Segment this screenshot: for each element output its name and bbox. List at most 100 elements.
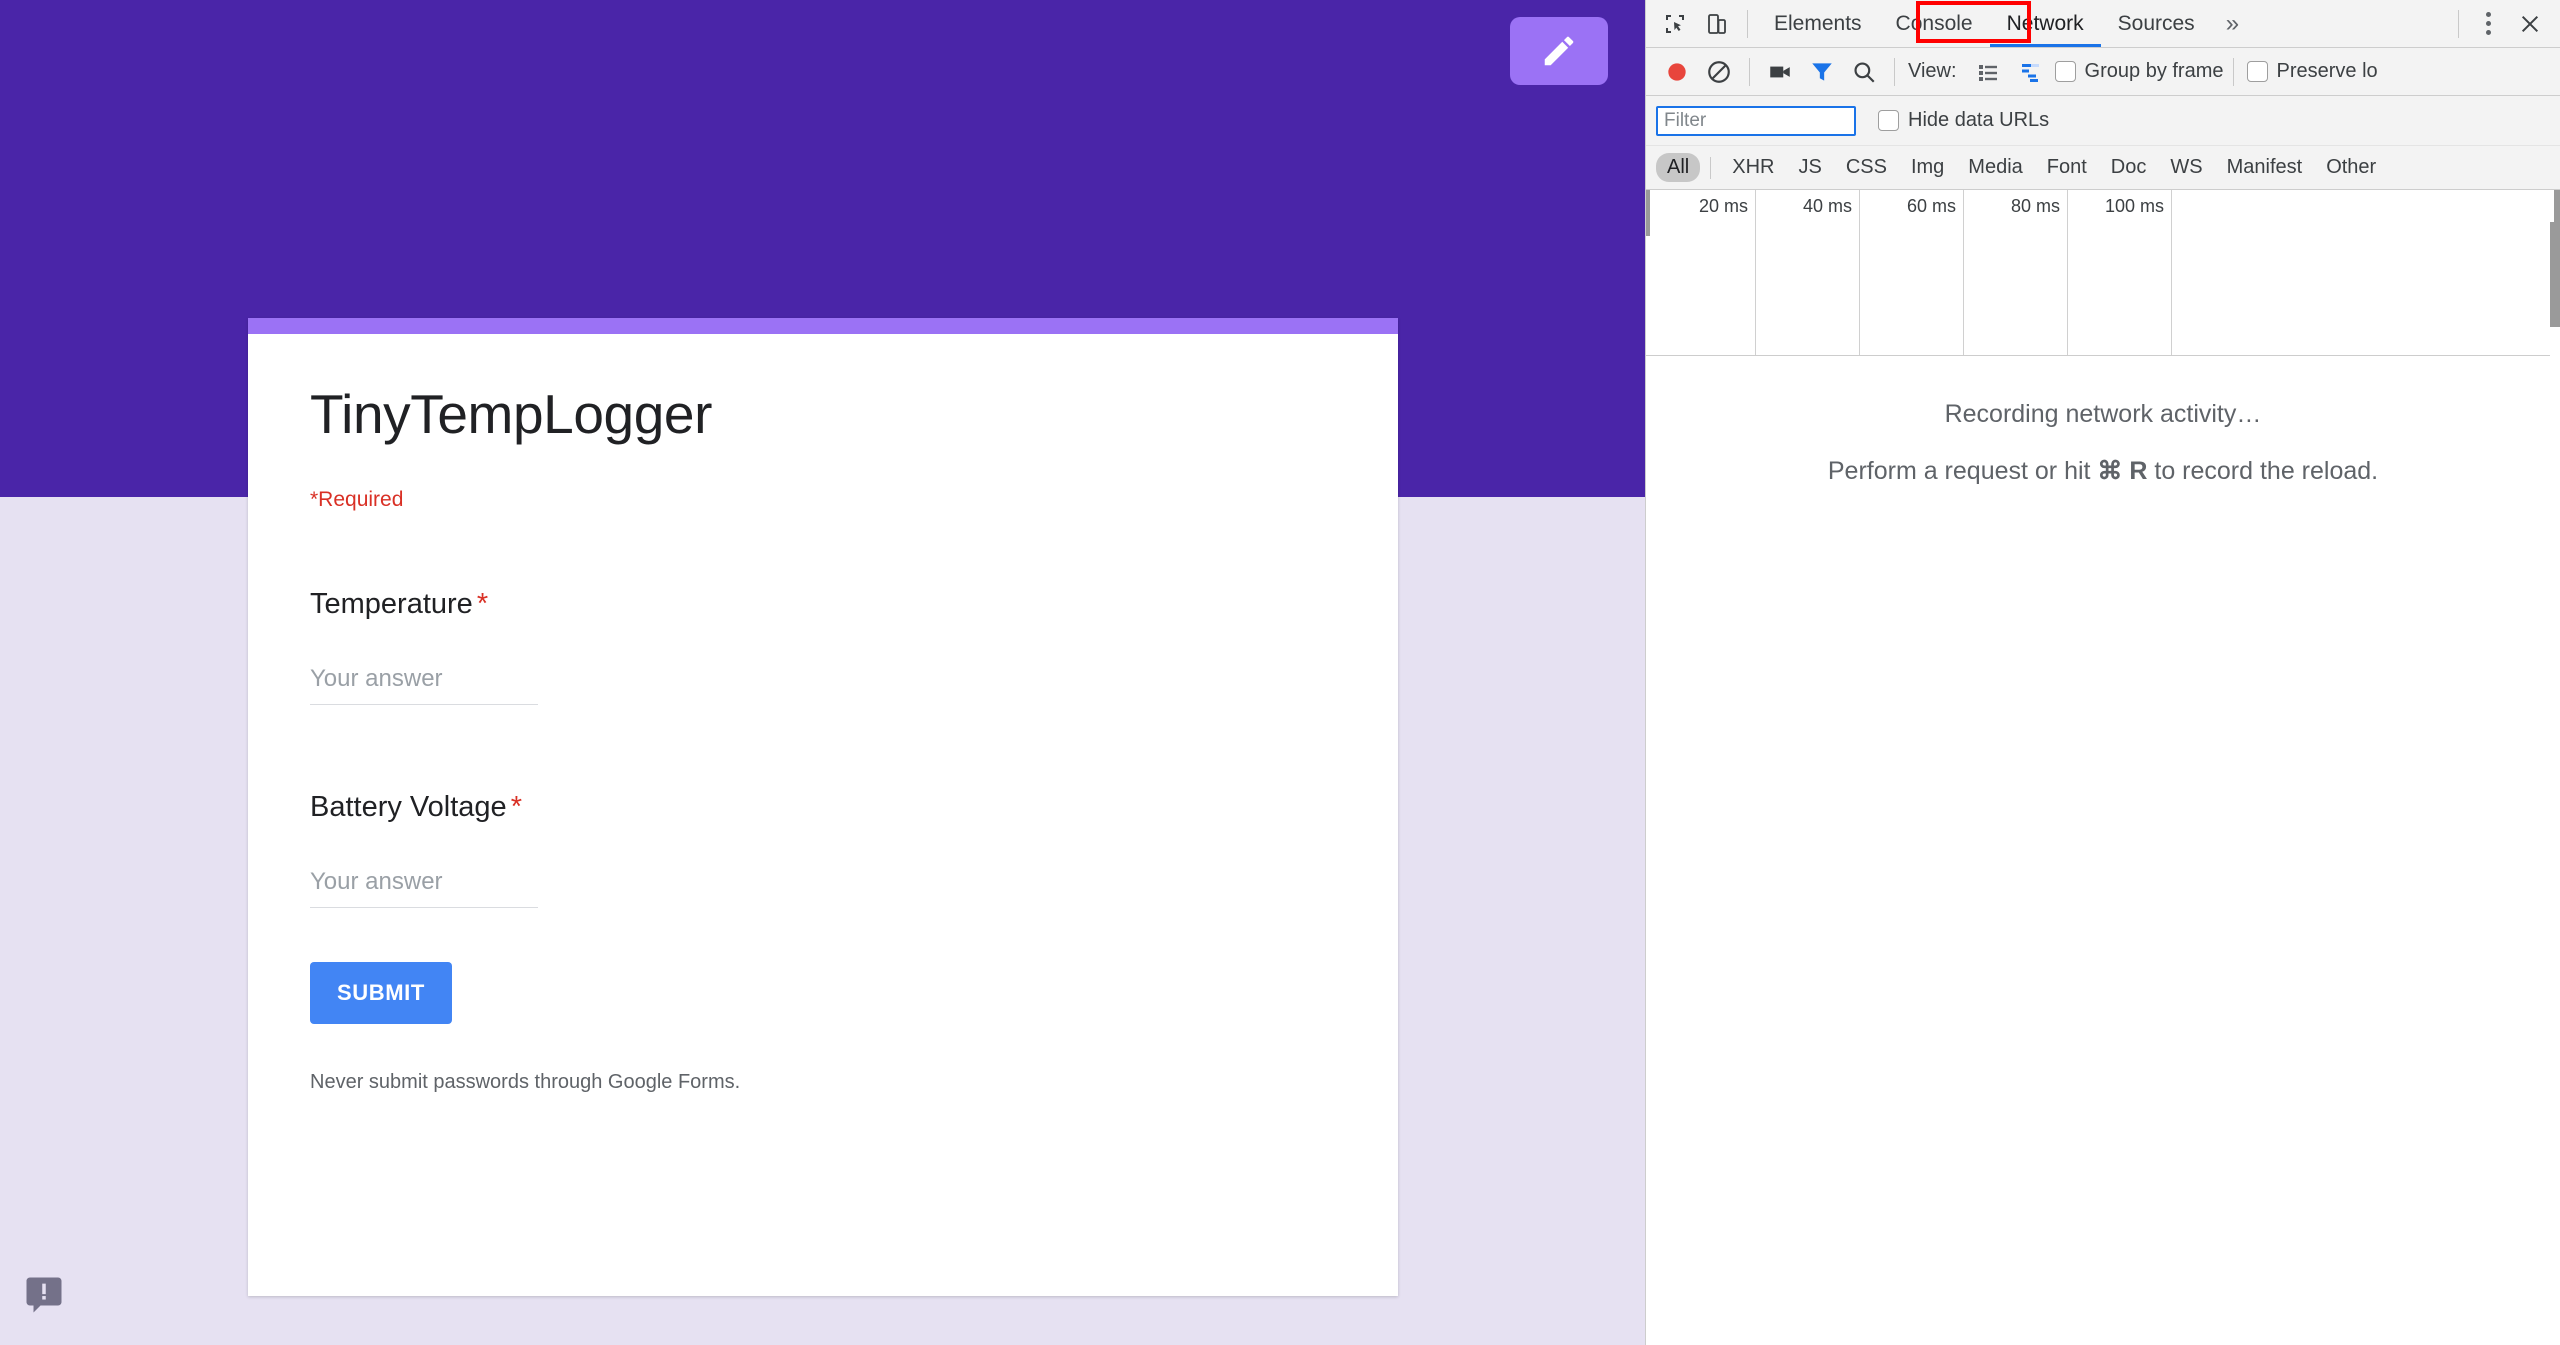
dot xyxy=(2486,12,2491,17)
list-view-button[interactable] xyxy=(1967,51,2009,93)
form-title: TinyTempLogger xyxy=(310,384,1336,446)
type-filter-ws[interactable]: WS xyxy=(2159,153,2213,182)
tab-label: Network xyxy=(2007,12,2084,36)
submit-button[interactable]: SUBMIT xyxy=(310,962,452,1024)
checkbox-box[interactable] xyxy=(1878,110,1899,131)
toolbar-divider xyxy=(1747,10,1748,38)
timeline-tick-label: 80 ms xyxy=(2011,196,2060,217)
waterfall-view-button[interactable] xyxy=(2009,51,2051,93)
more-tabs-button[interactable]: » xyxy=(2212,12,2253,36)
question-label-temperature: Temperature* xyxy=(310,588,1336,621)
timeline-tick-label: 20 ms xyxy=(1699,196,1748,217)
required-asterisk: * xyxy=(507,791,522,823)
tabbar-right-group xyxy=(2449,2,2552,46)
type-filter-js[interactable]: JS xyxy=(1787,153,1832,182)
google-form-page: TinyTempLogger *Required Temperature* Ba… xyxy=(0,0,1645,1345)
temperature-input[interactable] xyxy=(310,665,538,705)
type-filter-img[interactable]: Img xyxy=(1900,153,1955,182)
network-toolbar: View: xyxy=(1646,48,2560,96)
toolbar-divider xyxy=(1894,58,1895,86)
group-by-frame-checkbox[interactable]: Group by frame xyxy=(2055,60,2224,83)
capture-screenshots-button[interactable] xyxy=(1759,51,1801,93)
checkbox-label: Preserve lo xyxy=(2277,60,2378,83)
type-filter-xhr[interactable]: XHR xyxy=(1721,153,1785,182)
timeline-tick-cell xyxy=(2172,190,2276,355)
preserve-log-checkbox[interactable]: Preserve lo xyxy=(2247,60,2378,83)
timeline-tick-label: 100 ms xyxy=(2105,196,2164,217)
question-label-text: Battery Voltage xyxy=(310,791,507,823)
tab-elements[interactable]: Elements xyxy=(1757,1,1879,47)
required-asterisk: * xyxy=(473,588,488,620)
record-network-log-button[interactable] xyxy=(1656,51,1698,93)
clear-icon xyxy=(1706,59,1732,85)
reload-hint-suffix: to record the reload. xyxy=(2147,457,2378,485)
type-filter-doc[interactable]: Doc xyxy=(2100,153,2158,182)
view-label: View: xyxy=(1908,60,1957,83)
type-filter-all[interactable]: All xyxy=(1656,153,1700,182)
devtools-panel: Elements Console Network Sources » xyxy=(1645,0,2560,1345)
timeline-tick-cell: 80 ms xyxy=(1964,190,2068,355)
form-card-body: TinyTempLogger *Required Temperature* Ba… xyxy=(248,334,1398,1094)
question-temperature: Temperature* xyxy=(310,588,1336,705)
type-filter-manifest[interactable]: Manifest xyxy=(2216,153,2314,182)
chip-divider xyxy=(1710,157,1711,179)
tab-network[interactable]: Network xyxy=(1990,1,2101,47)
pencil-icon xyxy=(1540,32,1578,70)
network-overview-timeline[interactable]: 20 ms 40 ms 60 ms 80 ms 100 ms xyxy=(1646,190,2560,356)
record-button-icon xyxy=(1664,59,1690,85)
filter-toggle-button[interactable] xyxy=(1801,51,1843,93)
edit-form-button[interactable] xyxy=(1510,17,1608,85)
timeline-tick-label: 40 ms xyxy=(1803,196,1852,217)
checkbox-label: Group by frame xyxy=(2085,60,2224,83)
tab-label: Console xyxy=(1896,12,1973,36)
tab-sources[interactable]: Sources xyxy=(2101,1,2212,47)
reload-hint-prefix: Perform a request or hit xyxy=(1828,457,2098,485)
network-empty-state: Recording network activity… Perform a re… xyxy=(1646,400,2560,486)
close-devtools-button[interactable] xyxy=(2508,2,2552,46)
timeline-tick-cell: 60 ms xyxy=(1860,190,1964,355)
toolbar-divider xyxy=(1749,58,1750,86)
filter-funnel-icon xyxy=(1809,59,1835,85)
timeline-tick-cell: 40 ms xyxy=(1756,190,1860,355)
timeline-tick-cell: 20 ms xyxy=(1646,190,1756,355)
type-filter-other[interactable]: Other xyxy=(2315,153,2387,182)
type-filter-media[interactable]: Media xyxy=(1957,153,2033,182)
timeline-tick-cell: 100 ms xyxy=(2068,190,2172,355)
question-label-text: Temperature xyxy=(310,588,473,620)
screen: TinyTempLogger *Required Temperature* Ba… xyxy=(0,0,2560,1345)
resource-type-filters: All XHR JS CSS Img Media Font Doc WS Man… xyxy=(1646,146,2560,190)
camera-icon xyxy=(1767,59,1793,85)
toolbar-divider xyxy=(2233,58,2234,86)
hide-data-urls-checkbox[interactable]: Hide data URLs xyxy=(1878,109,2049,132)
dot xyxy=(2486,21,2491,26)
battery-voltage-input[interactable] xyxy=(310,868,538,908)
inspect-element-icon xyxy=(1663,12,1687,36)
devtools-more-options-button[interactable] xyxy=(2468,4,2508,44)
filter-input[interactable] xyxy=(1656,106,1856,136)
question-label-battery-voltage: Battery Voltage* xyxy=(310,791,1336,824)
tab-label: Elements xyxy=(1774,12,1862,36)
required-note: *Required xyxy=(310,488,1336,512)
recording-message: Recording network activity… xyxy=(1646,400,2560,429)
checkbox-box[interactable] xyxy=(2055,61,2076,82)
devtools-vertical-scrollbar[interactable] xyxy=(2550,222,2560,1345)
tab-console[interactable]: Console xyxy=(1879,1,1990,47)
toolbar-divider xyxy=(2458,10,2459,38)
network-filter-bar: Hide data URLs xyxy=(1646,96,2560,146)
type-filter-font[interactable]: Font xyxy=(2036,153,2098,182)
feedback-bubble-icon xyxy=(23,1274,65,1316)
inspect-element-button[interactable] xyxy=(1654,3,1696,45)
type-filter-css[interactable]: CSS xyxy=(1835,153,1898,182)
checkbox-box[interactable] xyxy=(2247,61,2268,82)
devtools-tabbar: Elements Console Network Sources » xyxy=(1646,0,2560,48)
scrollbar-thumb[interactable] xyxy=(2550,222,2560,327)
form-card-accent-stripe xyxy=(248,318,1398,334)
search-button[interactable] xyxy=(1843,51,1885,93)
reload-hint-shortcut: ⌘ R xyxy=(2097,457,2147,485)
dot xyxy=(2486,30,2491,35)
checkbox-label: Hide data URLs xyxy=(1908,109,2049,132)
reload-hint-message: Perform a request or hit ⌘ R to record t… xyxy=(1646,456,2560,486)
toggle-device-toolbar-button[interactable] xyxy=(1696,3,1738,45)
feedback-button[interactable] xyxy=(23,1274,65,1316)
clear-network-log-button[interactable] xyxy=(1698,51,1740,93)
